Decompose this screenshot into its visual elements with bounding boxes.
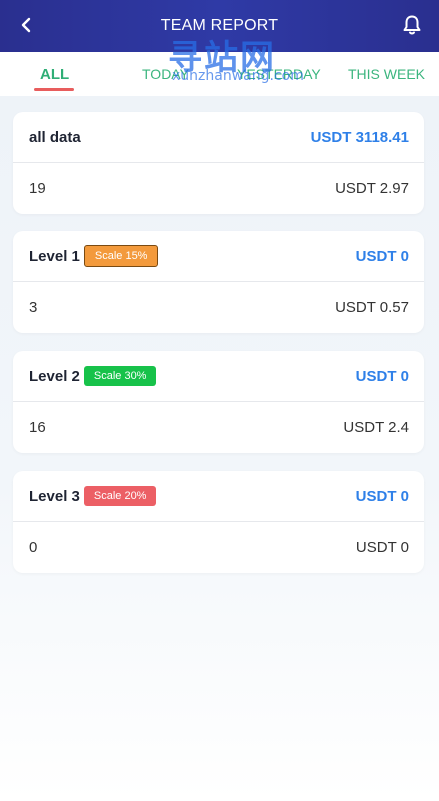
notification-button[interactable] <box>399 12 425 38</box>
card-title: all data <box>29 128 81 146</box>
card-header: Level 3 Scale 20% USDT 0 <box>13 471 424 522</box>
card-title: Level 1 <box>29 247 80 265</box>
card-detail: 16 USDT 2.4 <box>13 402 424 453</box>
active-tab-indicator <box>34 88 74 91</box>
member-count: 19 <box>29 180 46 197</box>
back-button[interactable] <box>14 12 40 38</box>
page-title: TEAM REPORT <box>160 17 279 34</box>
card-amount: USDT 3118.41 <box>310 128 409 146</box>
tab-yesterday[interactable]: YESTERDAY <box>237 66 321 82</box>
report-card-level-2: Level 2 Scale 30% USDT 0 16 USDT 2.4 <box>13 351 424 453</box>
card-label: all data <box>29 129 81 146</box>
report-card-all: all data USDT 3118.41 19 USDT 2.97 <box>13 112 424 214</box>
bell-icon <box>403 15 421 35</box>
card-title: Level 2 <box>29 367 80 385</box>
sub-amount: USDT 0 <box>355 539 409 556</box>
card-detail: 0 USDT 0 <box>13 522 424 573</box>
member-count: 3 <box>29 299 38 316</box>
card-title: Level 3 <box>29 487 80 505</box>
card-header: Level 2 Scale 30% USDT 0 <box>13 351 424 402</box>
card-amount: USDT 0 <box>355 367 409 385</box>
report-card-level-3: Level 3 Scale 20% USDT 0 0 USDT 0 <box>13 471 424 573</box>
card-label: Level 2 Scale 30% <box>29 366 157 386</box>
tab-all[interactable]: ALL <box>40 66 69 83</box>
card-header: Level 1 Scale 15% USDT 0 <box>13 231 424 282</box>
sub-amount: USDT 0.57 <box>335 299 409 316</box>
card-amount: USDT 0 <box>355 487 409 505</box>
scale-badge: Scale 30% <box>83 366 157 386</box>
sub-amount: USDT 2.97 <box>335 180 409 197</box>
scale-badge: Scale 20% <box>83 486 157 506</box>
member-count: 16 <box>29 419 46 436</box>
member-count: 0 <box>29 539 38 556</box>
app-header: TEAM REPORT <box>0 0 439 52</box>
report-card-level-1: Level 1 Scale 15% USDT 0 3 USDT 0.57 <box>13 231 424 333</box>
card-label: Level 3 Scale 20% <box>29 486 157 506</box>
tab-today[interactable]: TODAY <box>142 66 189 82</box>
card-detail: 3 USDT 0.57 <box>13 282 424 333</box>
chevron-left-icon <box>21 17 31 33</box>
card-label: Level 1 Scale 15% <box>29 245 159 267</box>
tab-this-week[interactable]: THIS WEEK <box>348 66 425 82</box>
card-amount: USDT 0 <box>355 247 409 265</box>
card-detail: 19 USDT 2.97 <box>13 163 424 214</box>
sub-amount: USDT 2.4 <box>343 419 409 436</box>
card-header: all data USDT 3118.41 <box>13 112 424 163</box>
scale-badge: Scale 15% <box>83 245 159 267</box>
